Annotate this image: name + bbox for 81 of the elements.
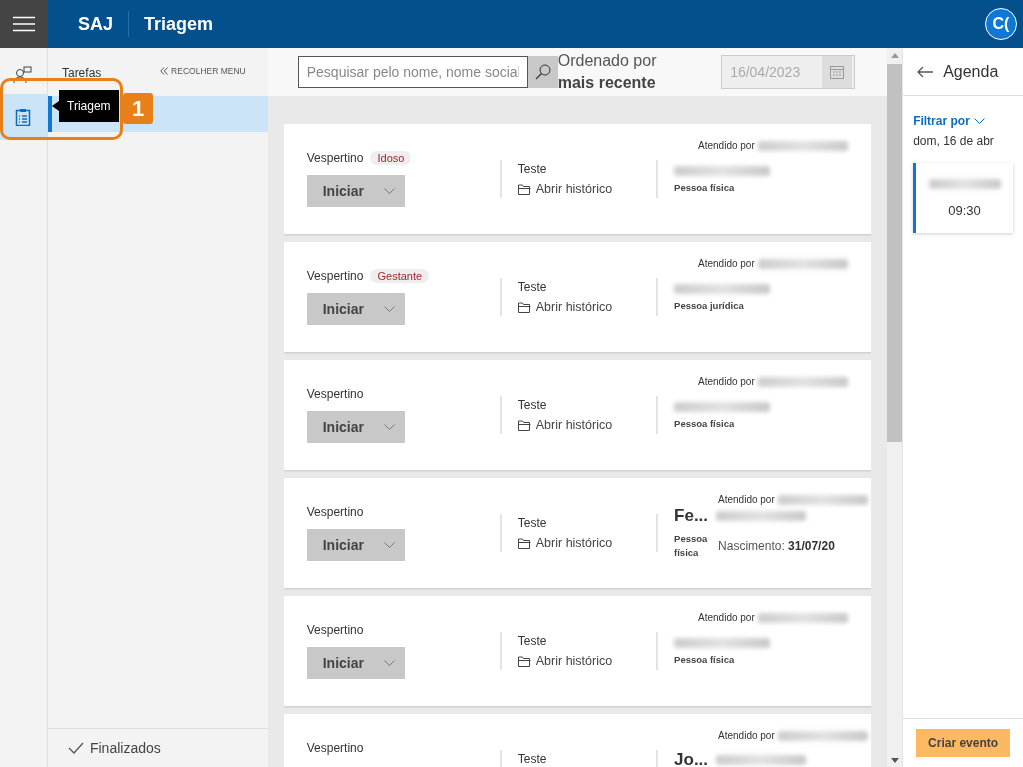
folder-icon [517,301,531,313]
birth-date: Nascimento: 31/07/20 [718,539,835,553]
back-arrow-icon [917,65,934,78]
double-chevron-icon [160,67,169,75]
agenda-date: dom, 16 de abr [912,133,995,148]
scrollbar[interactable] [887,48,903,767]
history-link[interactable]: Abrir histórico [517,418,657,432]
search-icon [534,64,551,80]
person-chat-icon [13,66,34,84]
filter-dropdown[interactable]: Filtrar por [903,96,1023,128]
user-avatar[interactable]: C( [985,8,1017,40]
person-type: Pessoa física [674,417,735,429]
patient-name: Jo... [674,750,709,767]
shift-label: Vespertino [306,387,364,401]
start-button[interactable]: Iniciar [306,647,405,679]
person-type: Pessoa física [674,532,709,560]
tooltip: Triagem [52,90,119,122]
tag: Idoso [370,151,412,165]
attended-by-label: Atendido por [698,376,755,387]
chevron-down-icon [973,117,985,125]
clipboard-icon [15,108,32,126]
start-button[interactable]: Iniciar [306,293,405,325]
service-label: Teste [517,280,548,294]
folder-icon [517,419,531,431]
start-button[interactable]: Iniciar [306,411,405,443]
menu-icon [13,16,35,32]
scroll-up-icon[interactable] [890,52,899,58]
history-link[interactable]: Abrir histórico [517,536,657,550]
folder-icon [517,537,531,549]
create-event-button[interactable]: Criar evento [916,729,1011,757]
start-button[interactable]: Iniciar [306,175,405,207]
calendar-button[interactable] [822,56,853,88]
start-button[interactable]: Iniciar [306,529,405,561]
sort-value[interactable]: mais recente [557,72,657,94]
page-title: Triagem [144,13,215,35]
service-label: Teste [517,162,548,176]
collapse-menu-button[interactable]: RECOLHER MENU [160,66,246,76]
folder-icon [517,655,531,667]
folder-icon [517,183,531,195]
history-link[interactable]: Abrir histórico [517,182,657,196]
check-icon [67,742,84,754]
service-label: Teste [517,634,548,648]
scroll-down-icon[interactable] [890,757,899,763]
shift-label: Vespertino [306,623,364,637]
search-button[interactable] [527,56,558,88]
event-card[interactable]: 09:30 [913,163,1013,233]
service-label: Teste [517,398,548,412]
service-label: Teste [517,752,548,766]
shift-label: Vespertino [306,741,364,755]
attended-by-label: Atendido por [698,258,755,269]
back-button[interactable] [917,65,934,78]
chevron-down-icon [383,659,395,667]
calendar-icon [830,65,845,79]
attended-by-label: Atendido por [698,140,755,151]
history-link[interactable]: Abrir histórico [517,300,657,314]
tooltip-arrow-icon [52,101,59,111]
brand-logo: SAJ [63,11,129,37]
shift-label: Vespertino [306,151,364,165]
patient-name: Fe... [674,506,709,526]
attended-by-label: Atendido por [698,612,755,623]
person-type: Pessoa física [674,181,735,193]
sidebar-title: Tarefas [61,66,102,80]
chevron-down-icon [383,423,395,431]
shift-label: Vespertino [306,269,364,283]
history-link[interactable]: Abrir histórico [517,654,657,668]
chevron-down-icon [383,187,395,195]
chevron-down-icon [383,541,395,549]
shift-label: Vespertino [306,505,364,519]
person-type: Pessoa física [674,653,735,665]
event-time: 09:30 [948,202,981,218]
step-badge: 1 [123,93,153,124]
attended-by-label: Atendido por [718,730,775,741]
person-type: Pessoa jurídica [674,299,744,311]
agenda-title: Agenda [943,62,999,81]
chevron-down-icon [383,305,395,313]
finished-link[interactable]: Finalizados [89,740,161,756]
attended-by-label: Atendido por [718,494,775,505]
service-label: Teste [517,516,548,530]
menu-button[interactable] [0,0,48,48]
sort-label: Ordenado por [557,51,657,71]
tag: Gestante [370,269,430,283]
